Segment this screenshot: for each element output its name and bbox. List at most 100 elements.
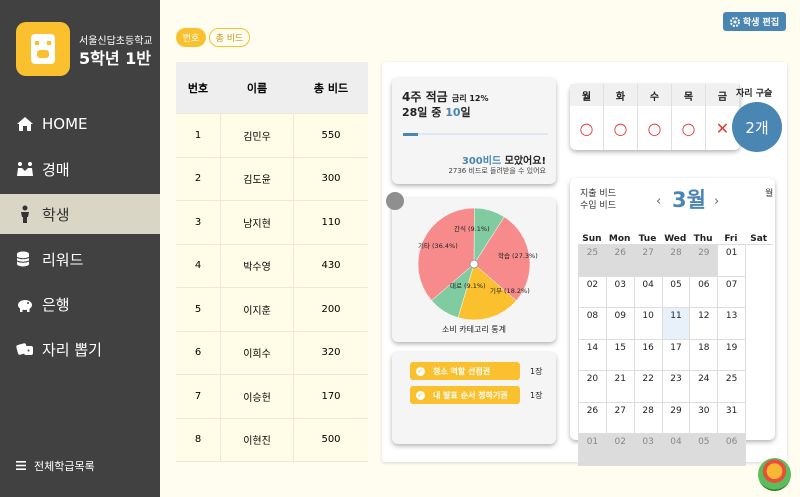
calendar-day[interactable]: 01	[579, 434, 607, 466]
nav-seat-draw[interactable]: 자리 뽑기	[0, 329, 160, 369]
calendar-day[interactable]: 16	[634, 339, 663, 371]
menu-icon	[16, 460, 26, 473]
sort-by-number-tab[interactable]: 번호	[176, 28, 206, 47]
all-classes-link[interactable]: 전체학급목록	[16, 458, 95, 474]
calendar-day[interactable]: 18	[690, 339, 719, 371]
calendar-day[interactable]: 08	[579, 308, 607, 340]
calendar-day[interactable]: 24	[690, 371, 719, 403]
attendance-mark: ○	[672, 106, 706, 150]
calendar-day[interactable]: 19	[718, 339, 747, 371]
weekday-header: Fri	[724, 234, 738, 244]
calendar-day[interactable]: 15	[606, 339, 635, 371]
table-row[interactable]: 7 이승헌 170	[176, 375, 368, 419]
calendar-day[interactable]: 14	[579, 339, 607, 371]
calendar-day[interactable]: 04	[634, 276, 663, 308]
calendar-day[interactable]: 21	[606, 371, 635, 403]
calendar-day[interactable]: 29	[662, 402, 691, 434]
coupon-item[interactable]: ✓ 내 발표 순서 정하기권 1장	[410, 386, 542, 404]
table-row[interactable]: 6 이희수 320	[176, 331, 368, 375]
nav-students[interactable]: 학생	[0, 194, 160, 234]
calendar-day[interactable]: 06	[718, 434, 747, 466]
calendar-day[interactable]: 03	[606, 276, 635, 308]
weekday-column: 수 ○	[638, 84, 672, 150]
calendar-day[interactable]: 11	[662, 308, 691, 340]
calendar-day[interactable]: 04	[662, 434, 691, 466]
calendar-day[interactable]: 28	[634, 402, 663, 434]
cell-name: 이희수	[220, 331, 294, 374]
logo	[16, 22, 70, 76]
calendar-day[interactable]: 20	[579, 371, 607, 403]
header-bead: 총 비드	[313, 81, 349, 95]
header-number: 번호	[187, 81, 209, 95]
calendar-day[interactable]: 05	[662, 276, 691, 308]
coupon-count: 1장	[530, 390, 543, 400]
dice-icon	[16, 340, 34, 358]
weekday-label: 금	[706, 84, 740, 106]
table-row[interactable]: 1 김민우 550	[176, 114, 368, 158]
calendar-day[interactable]: 09	[606, 308, 635, 340]
savings-progress	[403, 132, 548, 136]
calendar-day[interactable]: 13	[718, 308, 747, 340]
coupon-label: 청소 역할 선점권	[433, 366, 491, 376]
cell-number: 3	[194, 216, 202, 228]
cell-bead: 500	[321, 434, 341, 446]
calendar-day[interactable]: 27	[606, 402, 635, 434]
calendar-day[interactable]: 26	[579, 402, 607, 434]
prev-month-button[interactable]: ‹	[656, 194, 661, 209]
table-row[interactable]: 8 이현진 500	[176, 418, 368, 462]
sort-by-bead-tab[interactable]: 총 비드	[209, 28, 250, 47]
pie-label: 기타 (36.4%)	[418, 241, 458, 250]
month-view-toggle[interactable]: 월	[765, 186, 773, 199]
calendar-day[interactable]: 05	[690, 434, 719, 466]
next-month-button[interactable]: ›	[714, 194, 719, 209]
cell-name: 이지훈	[220, 288, 294, 331]
pie-label: 학습 (27.3%)	[498, 251, 538, 260]
coupon-pill: ✓ 청소 역할 선점권	[410, 362, 520, 380]
savings-days: 28일 중 10일	[402, 106, 471, 119]
calendar-day[interactable]: 29	[690, 245, 719, 277]
nav-home[interactable]: HOME	[0, 104, 160, 144]
table-row[interactable]: 5 이지훈 200	[176, 288, 368, 332]
calendar-day[interactable]: 01	[718, 245, 747, 277]
calendar-day[interactable]: 26	[606, 245, 635, 277]
coins-icon	[16, 250, 34, 268]
calendar-day[interactable]: 07	[718, 276, 747, 308]
savings-title: 4주 적금	[402, 90, 448, 104]
calendar-day[interactable]: 17	[662, 339, 691, 371]
calendar-day[interactable]: 02	[606, 434, 635, 466]
table-row[interactable]: 2 김도윤 300	[176, 157, 368, 201]
calendar-day[interactable]: 06	[690, 276, 719, 308]
calendar-day[interactable]: 25	[579, 245, 607, 277]
edit-students-button[interactable]: 학생 편집	[723, 12, 786, 31]
calendar-day[interactable]: 28	[662, 245, 691, 277]
mascot-avatar[interactable]	[758, 458, 791, 491]
seat-bead-count: 2개	[732, 102, 782, 152]
attendance-mark: ○	[638, 106, 672, 150]
class-name: 5학년 1반	[79, 49, 151, 68]
calendar-day[interactable]: 25	[718, 371, 747, 403]
calendar-day[interactable]: 30	[690, 402, 719, 434]
calendar-day[interactable]: 23	[662, 371, 691, 403]
calendar-day[interactable]: 03	[634, 434, 663, 466]
nav-label: 리워드	[42, 250, 84, 269]
savings-card: 4주 적금 금리 12% 28일 중 10일 300비드 모았어요! 2736 …	[392, 78, 556, 184]
coupon-item[interactable]: ✓ 청소 역할 선점권 1장	[410, 362, 542, 380]
cell-number: 4	[194, 260, 202, 272]
income-bead-label: 수입 비드	[580, 201, 616, 211]
weekday-header: Tue	[638, 234, 657, 244]
calendar-day[interactable]: 02	[579, 276, 607, 308]
nav-rewards[interactable]: 리워드	[0, 239, 160, 279]
person-icon	[16, 205, 34, 223]
calendar-day[interactable]: 27	[634, 245, 663, 277]
calendar-day[interactable]: 10	[634, 308, 663, 340]
calendar-day[interactable]: 22	[634, 371, 663, 403]
coupon-label: 내 발표 순서 정하기권	[433, 390, 508, 400]
calendar-day[interactable]: 12	[690, 308, 719, 340]
nav-bank[interactable]: 은행	[0, 284, 160, 324]
coupons-card: ✓ 청소 역할 선점권 1장 ✓ 내 발표 순서 정하기권 1장	[392, 352, 556, 444]
spending-stats-card: 간식 (9.1%) 학습 (27.3%) 기부 (18.2%) 대로 (9.1%) 기타…	[392, 198, 556, 342]
calendar-day[interactable]: 31	[718, 402, 747, 434]
nav-auction[interactable]: 경매	[0, 149, 160, 189]
table-row[interactable]: 4 박수영 430	[176, 244, 368, 288]
table-row[interactable]: 3 남지현 110	[176, 201, 368, 245]
